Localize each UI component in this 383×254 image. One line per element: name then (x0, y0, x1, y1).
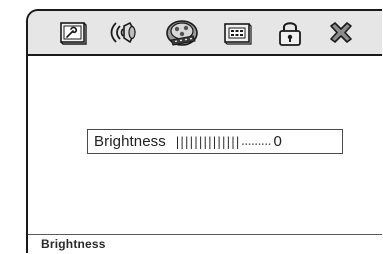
video-reel-icon (166, 20, 198, 46)
tab-audio-setup[interactable] (109, 18, 143, 48)
brightness-slider[interactable]: Brightness |||||||||||||| ......... 0 (87, 129, 343, 154)
audio-speaker-icon (110, 22, 136, 43)
brightness-value: 0 (273, 133, 282, 150)
status-text: Brightness (41, 237, 106, 251)
password-lock-icon (279, 22, 301, 46)
exit-icon (330, 22, 352, 43)
brightness-label: Brightness (94, 133, 166, 150)
menu-tab-bar (28, 11, 382, 56)
tab-password-setup[interactable] (273, 18, 307, 48)
tab-preference-setup[interactable] (220, 18, 254, 48)
brightness-remaining-track: ......... (239, 135, 273, 148)
general-setup-icon (60, 22, 87, 45)
tab-exit[interactable] (324, 18, 358, 48)
preference-panel-icon (224, 23, 252, 45)
tab-video-setup[interactable] (165, 18, 199, 48)
status-bar: Brightness (28, 234, 382, 253)
brightness-level-bar: |||||||||||||| (173, 134, 241, 149)
tab-general-setup[interactable] (56, 18, 90, 48)
settings-content-area: Brightness |||||||||||||| ......... 0 (28, 56, 382, 235)
setup-menu-screen: Brightness |||||||||||||| ......... 0 Br… (26, 9, 382, 253)
